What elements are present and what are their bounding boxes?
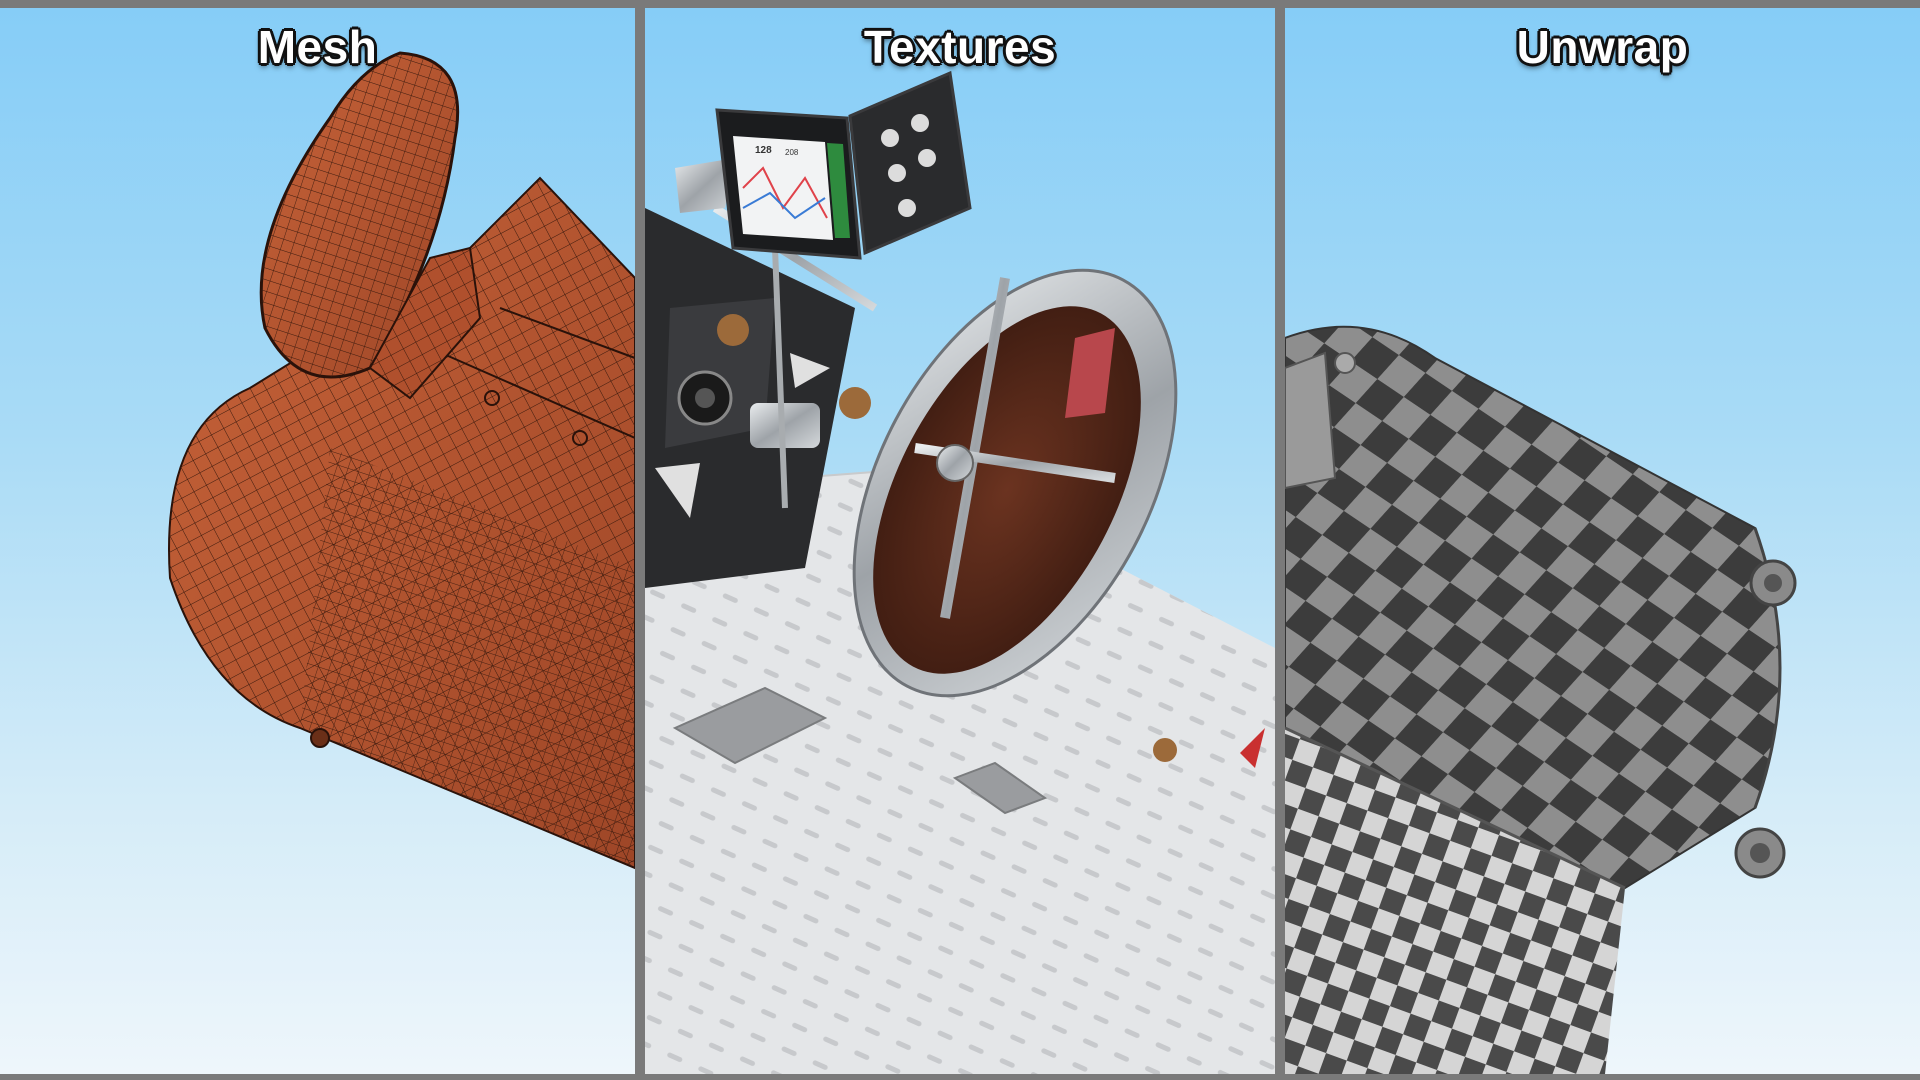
knob-panel [848, 70, 972, 256]
screen-readout-b: 208 [785, 148, 799, 157]
textures-render: 128 208 [645, 70, 1275, 1074]
wooden-knob [839, 387, 871, 419]
render-comparison: Mesh 128 208 Textures Unwrap [0, 0, 1920, 1080]
wooden-knob [1153, 738, 1177, 762]
wooden-knob [717, 314, 749, 346]
textures-panel: 128 208 Textures [645, 8, 1275, 1074]
side-bracket [1285, 351, 1337, 490]
panel-label-textures: Textures [863, 21, 1057, 73]
mesh-panel: Mesh [0, 8, 635, 1074]
touch-screen-monitor: 128 208 [715, 70, 972, 260]
mesh-wireframe-render [168, 51, 635, 870]
panel-label-mesh: Mesh [257, 21, 378, 73]
checker-drum [1285, 325, 1782, 1074]
screen-readout-a: 128 [755, 145, 772, 156]
unwrap-checker-render [1285, 325, 1797, 1074]
panel-label-unwrap: Unwrap [1516, 21, 1689, 73]
mesh-hopper [259, 51, 482, 400]
unwrap-panel: Unwrap [1285, 8, 1920, 1074]
